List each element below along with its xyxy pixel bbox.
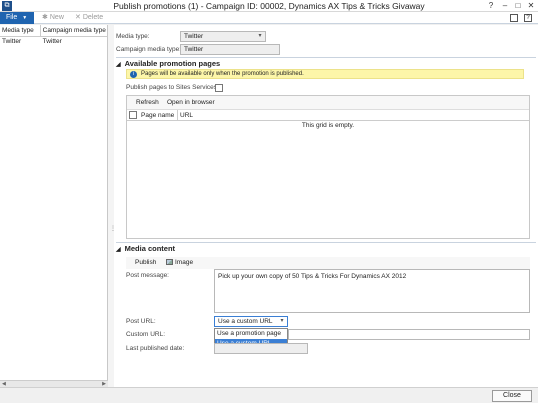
- close-button[interactable]: Close: [492, 390, 532, 402]
- post-url-label: Post URL:: [126, 318, 156, 325]
- close-window-button[interactable]: ✕: [524, 0, 538, 12]
- promotion-pages-grid: Refresh Open in browser Page name URL Th…: [126, 95, 530, 239]
- option-use-promotion-page[interactable]: Use a promotion page: [215, 329, 287, 339]
- help-button[interactable]: ?: [484, 0, 498, 12]
- collapse-triangle-icon: ◢: [116, 62, 121, 68]
- grid-header: Page name URL: [127, 110, 529, 121]
- refresh-button[interactable]: Refresh: [136, 99, 159, 106]
- image-button[interactable]: Image: [166, 258, 193, 268]
- section-divider: [116, 57, 536, 58]
- grid-toolbar: Refresh Open in browser: [127, 96, 529, 110]
- promotion-pages-section-header[interactable]: ◢ Available promotion pages: [116, 59, 220, 68]
- file-label: File: [6, 14, 18, 21]
- minimize-button[interactable]: –: [498, 0, 512, 12]
- new-record-icon: ✱: [42, 14, 48, 21]
- title-bar: ⧉ Publish promotions (1) - Campaign ID: …: [0, 0, 538, 12]
- publish-button[interactable]: Publish: [135, 258, 156, 268]
- media-list-pane: Media type Campaign media type Twitter T…: [0, 25, 108, 387]
- file-menu-button[interactable]: File ▼: [0, 12, 34, 24]
- details-pane: Media type: Twitter ▾ Campaign media typ…: [114, 25, 538, 387]
- help-icon[interactable]: ?: [524, 14, 532, 22]
- column-header-campaign-media-type[interactable]: Campaign media type: [41, 25, 107, 36]
- media-type-field[interactable]: Twitter ▾: [180, 31, 266, 42]
- delete-button[interactable]: ✕ Delete: [75, 12, 103, 24]
- campaign-media-type-label: Campaign media type:: [116, 46, 182, 53]
- section-divider: [116, 242, 536, 243]
- publish-sites-label: Publish pages to Sites Services:: [126, 84, 219, 91]
- post-url-value: Use a custom URL: [218, 318, 273, 325]
- publish-sites-checkbox[interactable]: [215, 84, 223, 92]
- media-type-label: Media type:: [116, 33, 150, 40]
- delete-icon: ✕: [75, 14, 81, 21]
- select-all-checkbox[interactable]: [129, 111, 137, 119]
- column-header-page-name[interactable]: Page name: [141, 110, 174, 121]
- media-content-title: Media content: [124, 244, 176, 253]
- info-message-bar: i Pages will be available only when the …: [126, 69, 524, 79]
- info-message-text: Pages will be available only when the pr…: [141, 71, 304, 77]
- column-header-media-type[interactable]: Media type: [0, 25, 41, 36]
- window-title: Publish promotions (1) - Campaign ID: 00…: [113, 1, 425, 11]
- horizontal-scrollbar[interactable]: ◀ ▶: [0, 380, 108, 387]
- chevron-down-icon: ▾: [280, 318, 284, 324]
- grid-empty-message: This grid is empty.: [301, 122, 355, 129]
- media-list-header: Media type Campaign media type: [0, 25, 107, 37]
- open-in-browser-button[interactable]: Open in browser: [167, 99, 215, 106]
- footer-bar: Close: [0, 387, 538, 403]
- action-pane: File ▼ ✱ New ✕ Delete ?: [0, 12, 538, 24]
- campaign-media-type-field: Twitter: [180, 44, 280, 55]
- cell-media-type: Twitter: [2, 38, 22, 45]
- chevron-down-icon: ▾: [258, 33, 262, 39]
- post-message-label: Post message:: [126, 272, 169, 279]
- post-message-input[interactable]: Pick up your own copy of 50 Tips & Trick…: [214, 269, 530, 313]
- image-icon: [166, 259, 173, 266]
- media-content-section-header[interactable]: ◢ Media content: [116, 244, 175, 253]
- maximize-button[interactable]: □: [511, 0, 525, 12]
- new-label: New: [49, 14, 64, 21]
- layout-toggle-icon[interactable]: [510, 14, 518, 22]
- media-type-value: Twitter: [184, 33, 204, 40]
- delete-label: Delete: [82, 14, 104, 21]
- collapse-triangle-icon: ◢: [116, 247, 121, 253]
- column-header-url[interactable]: URL: [177, 110, 193, 121]
- image-label: Image: [175, 259, 194, 266]
- chevron-down-icon: ▼: [22, 15, 28, 21]
- cell-campaign-media-type: Twitter: [42, 38, 62, 45]
- campaign-media-type-value: Twitter: [184, 46, 204, 53]
- new-button[interactable]: ✱ New: [42, 12, 64, 24]
- last-published-label: Last published date:: [126, 345, 185, 352]
- table-row[interactable]: Twitter Twitter: [0, 37, 107, 47]
- media-content-toolbar: Publish Image: [126, 257, 530, 269]
- info-icon: i: [130, 71, 137, 78]
- promotion-pages-title: Available promotion pages: [124, 59, 221, 68]
- custom-url-input[interactable]: [288, 329, 530, 340]
- custom-url-label: Custom URL:: [126, 331, 166, 338]
- last-published-field: [214, 343, 308, 354]
- post-url-dropdown[interactable]: Use a custom URL ▾: [214, 316, 288, 327]
